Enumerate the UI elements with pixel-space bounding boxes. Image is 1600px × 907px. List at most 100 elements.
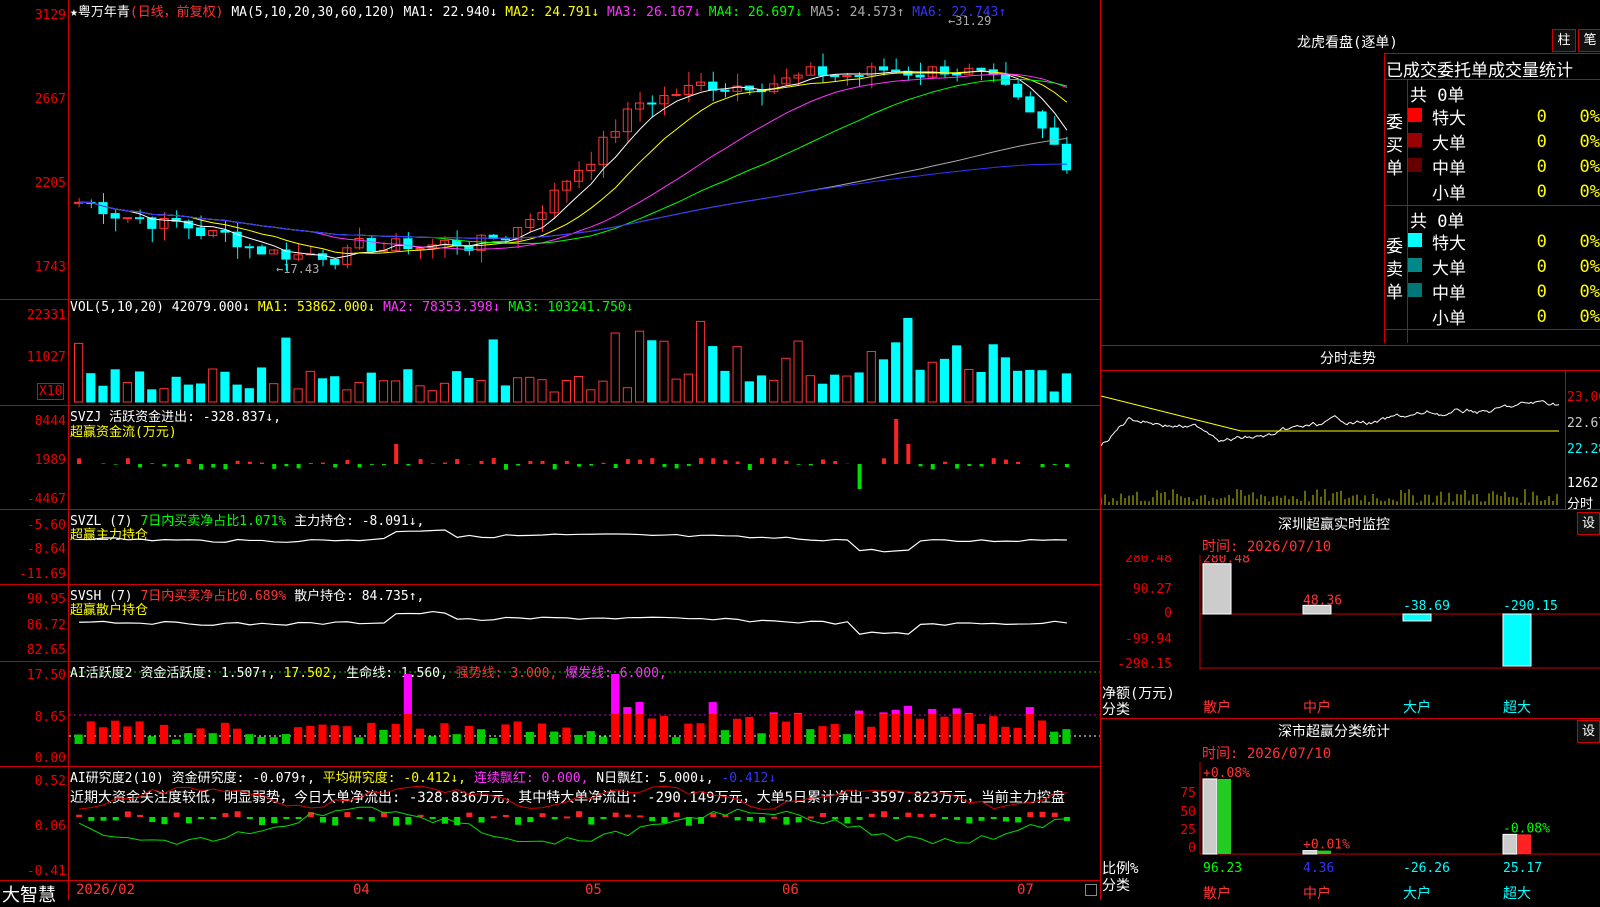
intraday-chart[interactable] (1101, 371, 1566, 509)
class-bar-chart[interactable]: 7550250+0.08%96.23散户+0.01%4.36中户-26.26大户… (1101, 762, 1600, 900)
volume-bar (306, 371, 314, 402)
research-bar (552, 817, 558, 819)
candle-body (367, 239, 375, 252)
flow-bar (650, 458, 654, 464)
volume-bar (282, 338, 290, 402)
active-bar (733, 719, 741, 744)
active-bar (416, 729, 424, 744)
volume-bar (135, 372, 143, 402)
class-bar (1203, 779, 1217, 854)
research-bar (942, 817, 948, 819)
volume-bar (526, 377, 534, 402)
volume-bar (196, 384, 204, 402)
y-tick: -0.41 (27, 864, 66, 879)
flow-bar (1004, 460, 1008, 464)
research-bar (564, 816, 570, 818)
candle-body (855, 76, 863, 77)
chart-mode[interactable]: (日线，前复权) (130, 5, 224, 20)
flow-bar (1053, 464, 1057, 465)
retail-holding-chart[interactable] (69, 585, 1100, 661)
row-label: 特大 (1432, 229, 1520, 254)
research-bar (515, 817, 521, 825)
volume-bar (75, 343, 83, 402)
research-bar (844, 817, 850, 823)
monitor-tick: 0 (1164, 606, 1172, 621)
research-bar (966, 817, 972, 823)
active-bar (977, 724, 985, 744)
monitor-category: 超大 (1503, 700, 1531, 715)
active-bar-top (953, 708, 961, 714)
main-holding-chart[interactable] (69, 510, 1100, 584)
color-swatch (1408, 258, 1422, 272)
research-bar (1027, 812, 1033, 817)
volume-bar (270, 384, 278, 402)
volume-bar (550, 392, 558, 402)
research-bar (576, 811, 582, 817)
money-flow-chart[interactable] (69, 406, 1100, 509)
candlestick-chart[interactable] (69, 20, 1100, 298)
active-bar-top (879, 712, 887, 714)
tick-mode-button[interactable]: 笔 (1578, 29, 1600, 52)
stock-title[interactable]: ★粤万年青 (70, 5, 130, 20)
active-bar (855, 714, 863, 744)
ma5-line (79, 138, 1067, 238)
active-bar (611, 714, 619, 744)
monitor-bar-chart[interactable]: 280.4890.270-99.94-290.15280.48散户48.36中户… (1101, 555, 1600, 715)
flow-bar (358, 464, 362, 468)
volume-bar (904, 318, 912, 402)
monitor-bar (1203, 564, 1231, 614)
active-bar (221, 723, 229, 744)
candle-body (404, 239, 412, 249)
research-bar (393, 817, 399, 826)
research-bar (210, 817, 216, 819)
class-bar-side (1517, 834, 1531, 854)
scroll-lock-icon[interactable] (1085, 884, 1097, 896)
bar-mode-button[interactable]: 柱 (1552, 29, 1576, 52)
candle-body (111, 214, 119, 218)
y-tick: 2205 (35, 176, 66, 191)
active-bar (794, 714, 802, 744)
volume-bar (1038, 371, 1046, 402)
x-tick: 05 (585, 882, 602, 898)
monitor-settings-button[interactable]: 设 (1577, 512, 1600, 535)
y-tick: -4467 (27, 492, 66, 507)
research-bar (735, 817, 741, 820)
ai-research-chart[interactable] (69, 767, 1100, 880)
y-tick: 3129 (35, 8, 66, 23)
flow-bar (187, 459, 191, 464)
active-bar (818, 726, 826, 744)
active-bar (587, 731, 595, 744)
research-bar (649, 817, 655, 821)
row-pct: 0% (1547, 229, 1600, 254)
volume-bar (562, 381, 570, 402)
brand-logo[interactable]: 大智慧 (2, 881, 56, 907)
volume-bar (111, 370, 119, 402)
volume-bar (818, 384, 826, 402)
stat-row: 大单00% (1408, 254, 1600, 279)
volume-bar (416, 386, 424, 402)
volume-bar (635, 331, 643, 402)
box-line (1384, 53, 1600, 54)
ai-active-chart[interactable] (69, 662, 1100, 766)
active-bar-top (623, 707, 631, 714)
volume-bar (1062, 374, 1070, 402)
class-settings-button[interactable]: 设 (1577, 720, 1600, 743)
active-bar (940, 717, 948, 744)
research-bar (1052, 813, 1058, 817)
row-value: 0 (1520, 179, 1547, 204)
research-bar (954, 817, 960, 820)
research-bar (320, 817, 326, 823)
volume-chart[interactable] (69, 318, 1100, 404)
color-swatch (1408, 133, 1422, 147)
candle-body (892, 70, 900, 71)
intraday-tick: 23.06 (1567, 390, 1600, 405)
box-line (1384, 205, 1600, 206)
active-bar (233, 729, 241, 744)
monitor-xlabel: 分类 (1102, 699, 1130, 719)
active-bar-top (770, 712, 778, 714)
row-label: 大单 (1432, 254, 1520, 279)
color-swatch (1408, 283, 1422, 297)
row-value: 0 (1520, 279, 1547, 304)
volume-bar (428, 391, 436, 402)
stat-row: 大单00% (1408, 129, 1600, 154)
